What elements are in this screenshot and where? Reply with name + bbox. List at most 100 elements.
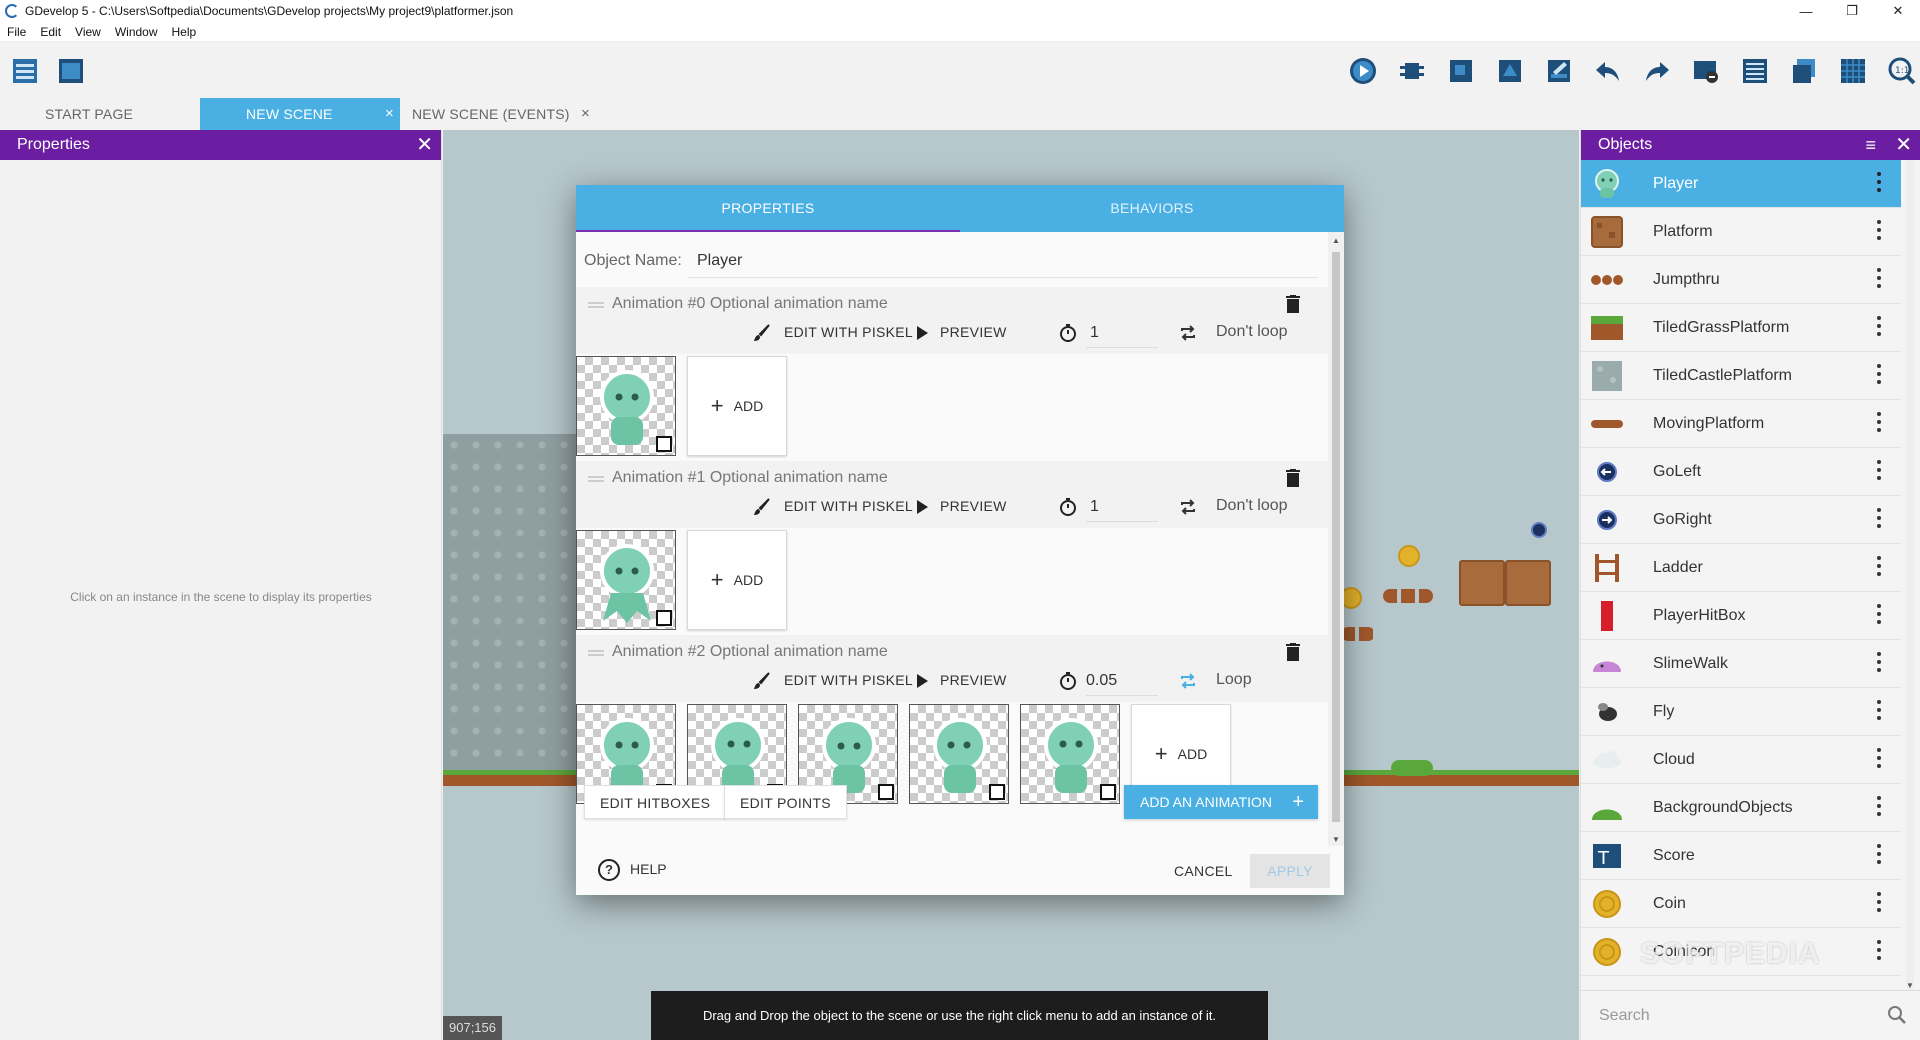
object-item-platform[interactable]: Platform: [1581, 208, 1901, 256]
close-tab-icon[interactable]: ×: [581, 98, 590, 130]
frame-checkbox[interactable]: [656, 436, 672, 452]
close-panel-icon[interactable]: ✕: [416, 130, 433, 160]
more-vert-icon[interactable]: [1877, 220, 1881, 240]
more-vert-icon[interactable]: [1877, 316, 1881, 336]
object-item-player[interactable]: Player: [1581, 160, 1901, 208]
object-item-backgroundobjects[interactable]: BackgroundObjects: [1581, 784, 1901, 832]
filter-icon[interactable]: ≡: [1865, 130, 1876, 160]
menu-window[interactable]: Window: [108, 25, 165, 39]
delete-icon[interactable]: [1286, 295, 1300, 313]
loop-toggle-label[interactable]: Loop: [1216, 671, 1252, 689]
drag-handle-icon[interactable]: [588, 302, 604, 308]
frame-checkbox[interactable]: [656, 610, 672, 626]
more-vert-icon[interactable]: [1877, 412, 1881, 432]
object-item-jumpthru[interactable]: Jumpthru: [1581, 256, 1901, 304]
time-between-frames-input[interactable]: 1: [1090, 324, 1099, 342]
delete-icon[interactable]: [1286, 643, 1300, 661]
more-vert-icon[interactable]: [1877, 172, 1881, 192]
menu-file[interactable]: File: [0, 25, 33, 39]
object-name-input[interactable]: Player: [697, 252, 742, 270]
object-item-ladder[interactable]: Ladder: [1581, 544, 1901, 592]
object-item-goleft[interactable]: GoLeft: [1581, 448, 1901, 496]
loop-icon[interactable]: [1178, 323, 1198, 343]
help-button[interactable]: HELP: [630, 861, 667, 877]
edit-points-button[interactable]: EDIT POINTS: [724, 785, 847, 819]
instances-icon[interactable]: [1495, 56, 1525, 86]
preview-button[interactable]: PREVIEW: [940, 498, 1007, 514]
loop-icon[interactable]: [1178, 671, 1198, 691]
edit-with-piskel-button[interactable]: EDIT WITH PISKEL: [784, 324, 913, 340]
delete-icon[interactable]: [1286, 469, 1300, 487]
objects-search-bar[interactable]: Search: [1581, 990, 1920, 1040]
object-item-playerhitbox[interactable]: PlayerHitBox: [1581, 592, 1901, 640]
zoom-icon[interactable]: 1:1: [1887, 56, 1917, 86]
loop-toggle-label[interactable]: Don't loop: [1216, 497, 1288, 515]
object-item-tiledgrassplatform[interactable]: TiledGrassPlatform: [1581, 304, 1901, 352]
loop-icon[interactable]: [1178, 497, 1198, 517]
more-vert-icon[interactable]: [1877, 556, 1881, 576]
tab-new-scene[interactable]: NEW SCENE ×: [200, 98, 400, 130]
undo-icon[interactable]: [1593, 56, 1623, 86]
search-input[interactable]: Search: [1599, 1007, 1650, 1025]
more-vert-icon[interactable]: [1877, 364, 1881, 384]
menu-edit[interactable]: Edit: [33, 25, 68, 39]
edit-hitboxes-button[interactable]: EDIT HITBOXES: [584, 785, 727, 819]
tab-start-page[interactable]: START PAGE: [0, 98, 175, 130]
more-vert-icon[interactable]: [1877, 892, 1881, 912]
dialog-scrollbar[interactable]: ▲ ▼: [1328, 232, 1344, 846]
objects-scrollbar[interactable]: ▼: [1902, 160, 1920, 990]
preview-button[interactable]: PREVIEW: [940, 324, 1007, 340]
object-item-tiledcastleplatform[interactable]: TiledCastlePlatform: [1581, 352, 1901, 400]
add-frame-button[interactable]: + ADD: [687, 356, 787, 456]
animation-name-input[interactable]: Animation #0 Optional animation name: [612, 295, 888, 313]
animation-name-input[interactable]: Animation #1 Optional animation name: [612, 469, 888, 487]
add-animation-button[interactable]: ADD AN ANIMATION +: [1124, 785, 1318, 819]
object-item-fly[interactable]: Fly: [1581, 688, 1901, 736]
menu-view[interactable]: View: [68, 25, 108, 39]
redo-icon[interactable]: [1642, 56, 1672, 86]
cancel-button[interactable]: CANCEL: [1174, 863, 1233, 879]
more-vert-icon[interactable]: [1877, 700, 1881, 720]
preview-play-icon[interactable]: [1348, 56, 1378, 86]
drag-handle-icon[interactable]: [588, 476, 604, 482]
search-icon[interactable]: [1887, 1005, 1907, 1025]
object-item-coin[interactable]: Coin: [1581, 880, 1901, 928]
loop-toggle-label[interactable]: Don't loop: [1216, 323, 1288, 341]
add-frame-button[interactable]: + ADD: [687, 530, 787, 630]
more-vert-icon[interactable]: [1877, 652, 1881, 672]
grid-icon[interactable]: [1838, 56, 1868, 86]
preview-button[interactable]: PREVIEW: [940, 672, 1007, 688]
object-item-goright[interactable]: GoRight: [1581, 496, 1901, 544]
more-vert-icon[interactable]: [1877, 796, 1881, 816]
instances-list-icon[interactable]: [1740, 56, 1770, 86]
layers-icon[interactable]: [1789, 56, 1819, 86]
more-vert-icon[interactable]: [1877, 844, 1881, 864]
close-tab-icon[interactable]: ×: [385, 98, 394, 130]
delete-instance-icon[interactable]: [1691, 56, 1721, 86]
help-icon[interactable]: ?: [598, 859, 620, 881]
scene-icon[interactable]: [56, 56, 86, 86]
layers-edit-icon[interactable]: [1544, 56, 1574, 86]
object-item-score[interactable]: T Score: [1581, 832, 1901, 880]
tab-new-scene-events[interactable]: NEW SCENE (EVENTS) ×: [400, 98, 600, 130]
more-vert-icon[interactable]: [1877, 460, 1881, 480]
time-between-frames-input[interactable]: 1: [1090, 498, 1099, 516]
time-between-frames-input[interactable]: 0.05: [1086, 672, 1117, 690]
object-item-movingplatform[interactable]: MovingPlatform: [1581, 400, 1901, 448]
sprite-frame[interactable]: [576, 356, 676, 456]
close-panel-icon[interactable]: ✕: [1895, 130, 1912, 160]
close-window-button[interactable]: ✕: [1875, 0, 1920, 22]
maximize-button[interactable]: ❐: [1829, 0, 1875, 22]
drag-handle-icon[interactable]: [588, 650, 604, 656]
object-groups-icon[interactable]: [1446, 56, 1476, 86]
apply-button[interactable]: APPLY: [1250, 854, 1330, 888]
edit-with-piskel-button[interactable]: EDIT WITH PISKEL: [784, 672, 913, 688]
scrollbar-thumb[interactable]: [1332, 252, 1340, 822]
tab-behaviors[interactable]: BEHAVIORS: [960, 185, 1344, 232]
edit-with-piskel-button[interactable]: EDIT WITH PISKEL: [784, 498, 913, 514]
tab-properties[interactable]: PROPERTIES: [576, 185, 960, 232]
more-vert-icon[interactable]: [1877, 604, 1881, 624]
object-item-cloud[interactable]: Cloud: [1581, 736, 1901, 784]
more-vert-icon[interactable]: [1877, 508, 1881, 528]
animation-name-input[interactable]: Animation #2 Optional animation name: [612, 643, 888, 661]
